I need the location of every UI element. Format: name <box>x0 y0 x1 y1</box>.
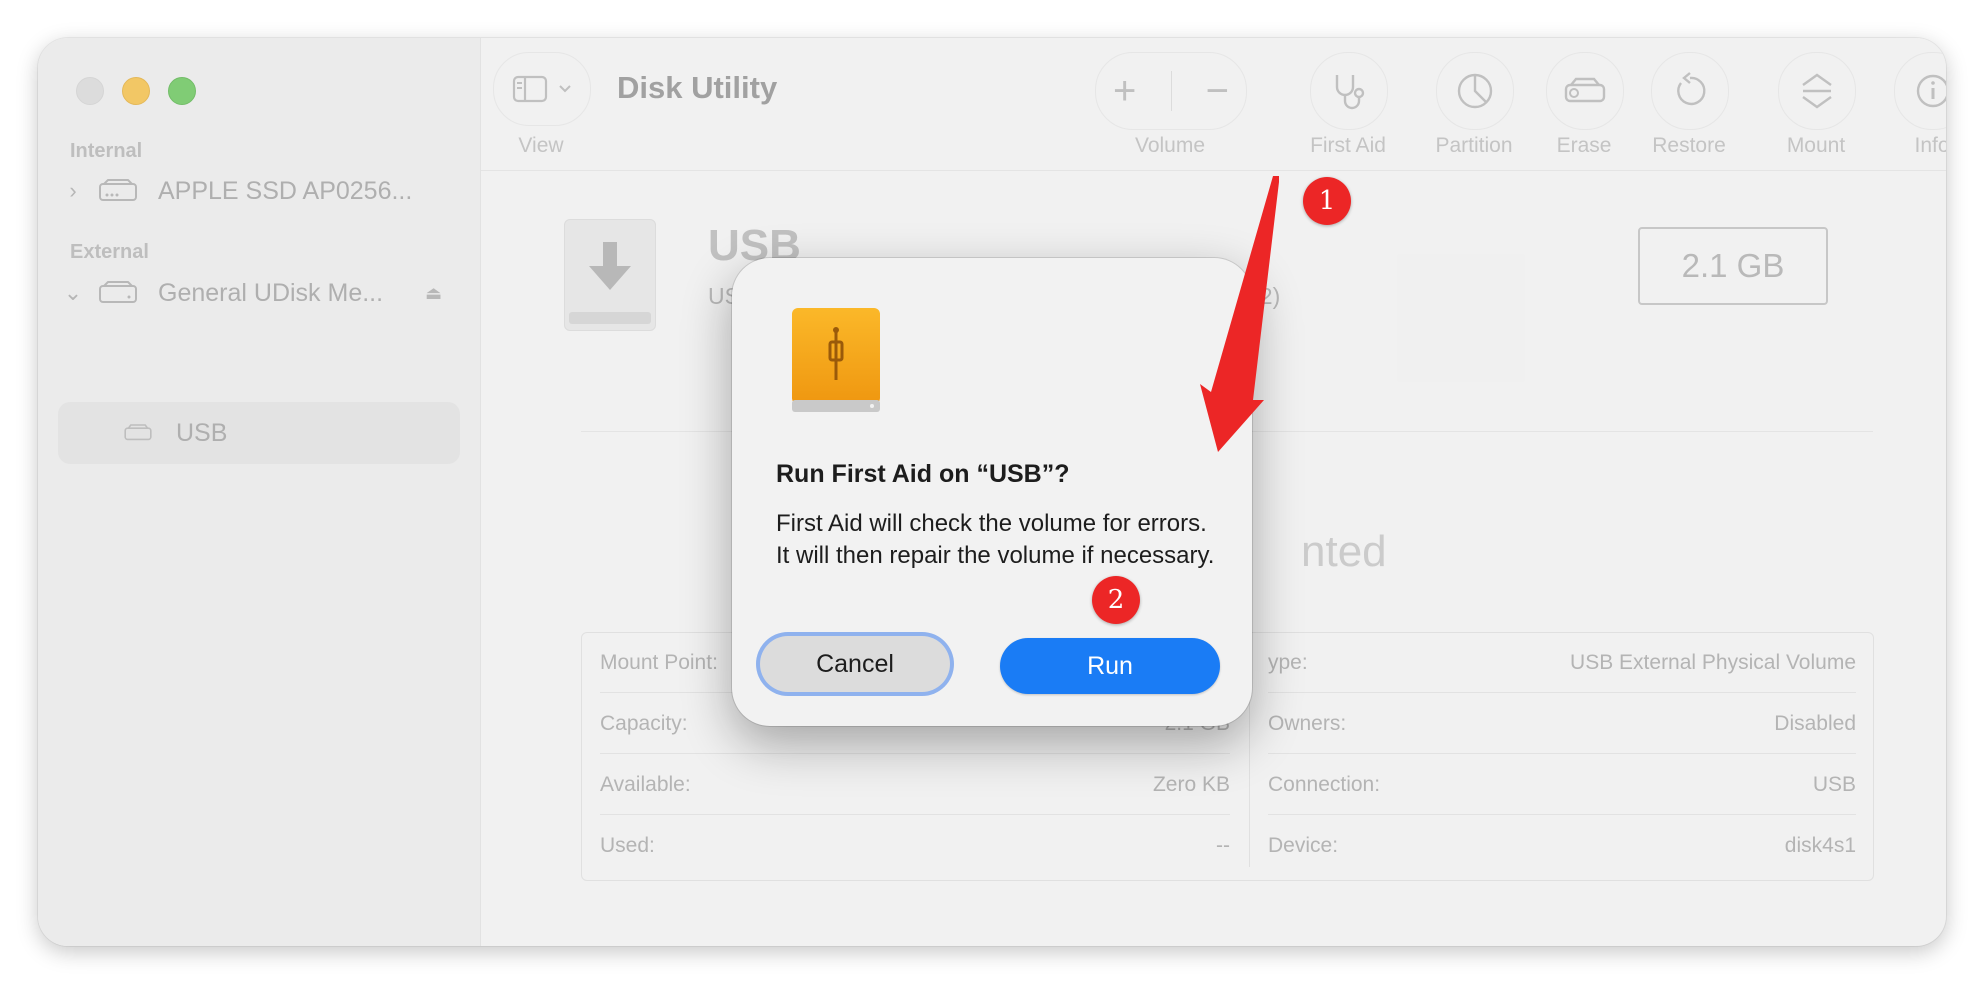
step-2-badge: 2 <box>1092 576 1140 624</box>
step-1-badge: 1 <box>1303 177 1351 225</box>
annotation-arrow-icon <box>1200 176 1279 452</box>
